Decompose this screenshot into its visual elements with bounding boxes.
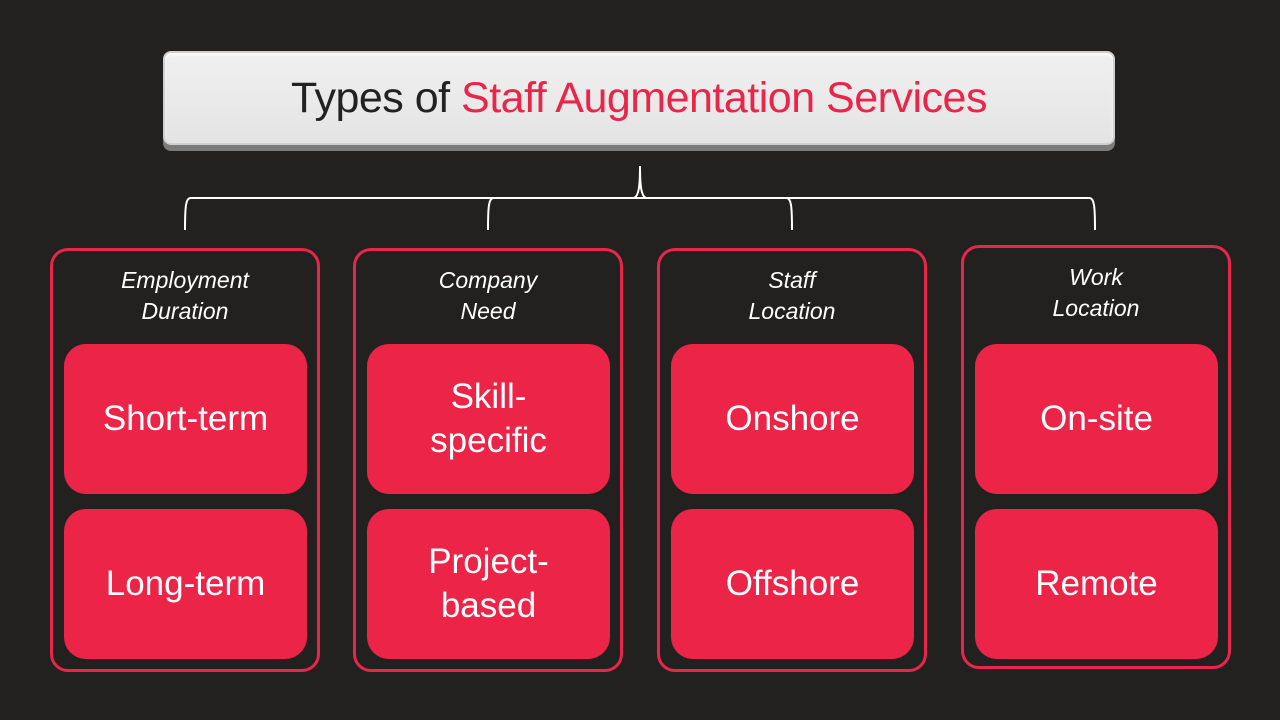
bracket-leg-3 xyxy=(786,197,793,231)
title-prefix: Types of xyxy=(291,73,450,122)
option-card[interactable]: Offshore xyxy=(671,509,914,659)
category-staff-location: Staff Location Onshore Offshore xyxy=(657,248,927,672)
heading-line: Company xyxy=(438,267,538,293)
option-card[interactable]: Project- based xyxy=(367,509,610,659)
category-company-need: Company Need Skill- specific Project- ba… xyxy=(353,248,623,672)
option-card[interactable]: Short-term xyxy=(64,344,307,494)
title-box: Types of Staff Augmentation Services xyxy=(163,51,1115,145)
option-card[interactable]: Onshore xyxy=(671,344,914,494)
option-card[interactable]: Remote xyxy=(975,509,1218,659)
bracket-leg-4 xyxy=(1089,197,1096,231)
category-employment-duration: Employment Duration Short-term Long-term xyxy=(50,248,320,672)
bracket-stem xyxy=(633,165,647,199)
heading-line: Location xyxy=(748,298,836,324)
heading-line: Work xyxy=(1069,264,1123,290)
bracket-leg-1 xyxy=(184,197,191,231)
diagram-title: Types of Staff Augmentation Services xyxy=(291,74,987,123)
heading-line: Staff xyxy=(768,267,816,293)
category-heading: Work Location xyxy=(964,262,1228,324)
title-highlight: Staff Augmentation Services xyxy=(461,73,987,122)
heading-line: Duration xyxy=(141,298,229,324)
heading-line: Location xyxy=(1052,295,1140,321)
category-heading: Employment Duration xyxy=(53,265,317,327)
heading-line: Employment xyxy=(121,267,249,293)
option-card[interactable]: On-site xyxy=(975,344,1218,494)
heading-line: Need xyxy=(460,298,516,324)
category-heading: Staff Location xyxy=(660,265,924,327)
category-work-location: Work Location On-site Remote xyxy=(961,245,1231,669)
category-heading: Company Need xyxy=(356,265,620,327)
option-card[interactable]: Skill- specific xyxy=(367,344,610,494)
bracket-leg-2 xyxy=(487,197,494,231)
option-card[interactable]: Long-term xyxy=(64,509,307,659)
